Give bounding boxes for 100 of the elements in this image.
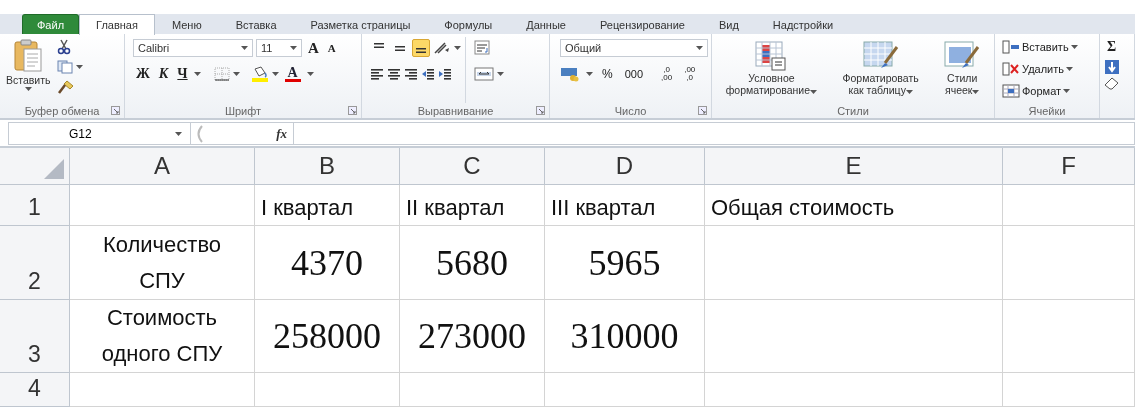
align-left-icon[interactable] xyxy=(370,67,384,81)
column-header[interactable]: D xyxy=(615,152,634,180)
italic-button[interactable]: К xyxy=(155,64,172,84)
bold-button[interactable]: Ж xyxy=(133,64,153,84)
ribbon-tab[interactable]: Главная xyxy=(79,14,155,35)
merge-cells-icon[interactable] xyxy=(474,67,494,81)
table-cell: Общая стоимость xyxy=(705,185,1003,226)
percent-button[interactable]: % xyxy=(599,65,616,83)
ribbon-tab[interactable]: Рецензирование xyxy=(582,14,702,34)
ribbon-tab[interactable]: Меню xyxy=(154,14,219,34)
align-center-icon[interactable] xyxy=(387,67,401,81)
dropdown-arrow-icon[interactable] xyxy=(454,46,461,50)
insert-cells-icon xyxy=(1002,40,1020,54)
ribbon-tab[interactable]: Формулы xyxy=(427,14,510,34)
cells-menu-button[interactable]: Удалить xyxy=(999,59,1081,79)
eraser-icon[interactable] xyxy=(1104,77,1120,91)
dropdown-arrow-icon[interactable] xyxy=(972,90,980,94)
table-cell: III квартал xyxy=(545,185,705,226)
scissors-icon[interactable] xyxy=(56,39,71,55)
row-header[interactable]: 4 xyxy=(28,375,41,402)
dropdown-arrow-icon[interactable] xyxy=(586,72,593,76)
font-color-button[interactable]: A xyxy=(281,64,304,84)
formula-cancel-icon xyxy=(197,124,203,143)
text-orientation-icon[interactable] xyxy=(433,41,451,55)
row-header[interactable]: 3 xyxy=(28,341,41,368)
row-header[interactable]: 1 xyxy=(28,194,41,221)
ribbon-tab[interactable]: Вставка xyxy=(218,14,294,34)
table-cell: 273000 xyxy=(400,300,545,373)
font-size-field[interactable]: 11 xyxy=(256,39,302,57)
fill-down-icon[interactable] xyxy=(1104,59,1120,75)
row-header[interactable]: 2 xyxy=(28,268,41,295)
dialog-launcher-icon[interactable] xyxy=(698,106,707,115)
format-cells-icon xyxy=(1002,84,1020,98)
vertical-align-icon xyxy=(374,43,384,48)
dropdown-arrow-icon[interactable] xyxy=(175,131,182,136)
dropdown-arrow-icon[interactable] xyxy=(241,46,248,50)
grow-font-button[interactable]: A xyxy=(305,37,322,59)
table-cell: II квартал xyxy=(400,185,545,226)
dropdown-arrow-icon[interactable] xyxy=(810,90,818,94)
number-format-field[interactable]: Общий xyxy=(560,39,708,57)
clipboard-icon xyxy=(13,39,44,73)
dropdown-arrow-icon[interactable] xyxy=(193,72,201,76)
currency-icon[interactable] xyxy=(560,66,580,82)
paste-button[interactable]: Вставить xyxy=(4,37,53,103)
dropdown-arrow-icon[interactable] xyxy=(306,72,314,76)
column-header[interactable]: E xyxy=(845,152,862,180)
ribbon-tab[interactable]: Данные xyxy=(509,14,583,34)
shrink-font-button[interactable]: A xyxy=(324,40,339,56)
increase-decimal-button[interactable]: ,0 ,00 xyxy=(658,64,676,84)
insert-function-button[interactable]: fx xyxy=(276,125,287,142)
font-name-field[interactable]: Calibri xyxy=(133,39,253,57)
dropdown-arrow-icon[interactable] xyxy=(1063,89,1071,93)
ribbon-tab[interactable]: Файл xyxy=(22,14,80,34)
dropdown-arrow-icon[interactable] xyxy=(905,90,913,94)
dialog-launcher-icon[interactable] xyxy=(348,106,357,115)
borders-icon[interactable] xyxy=(213,67,230,81)
delete-cells-icon xyxy=(1002,62,1020,76)
formula-input[interactable] xyxy=(294,122,1135,145)
dropdown-arrow-icon[interactable] xyxy=(271,72,279,76)
group-label: Ячейки xyxy=(1028,104,1066,117)
underline-button[interactable]: Ч xyxy=(174,64,191,84)
column-header[interactable]: B xyxy=(319,152,335,180)
column-header[interactable]: F xyxy=(1061,152,1076,180)
dropdown-arrow-icon[interactable] xyxy=(232,72,240,76)
ribbon-tab[interactable]: Надстройки xyxy=(755,14,851,34)
table-cell: Стоимость одного СПУ xyxy=(70,300,255,373)
vertical-align-button[interactable] xyxy=(412,39,430,57)
table-cell: 4370 xyxy=(255,226,400,300)
decrease-decimal-button[interactable]: ,00 ,0 xyxy=(681,64,699,84)
cells-menu-button[interactable]: Формат xyxy=(999,81,1081,101)
dropdown-arrow-icon[interactable] xyxy=(696,46,703,50)
dropdown-arrow-icon[interactable] xyxy=(497,72,504,76)
format-painter-icon[interactable] xyxy=(56,79,75,95)
autosum-button[interactable]: Σ xyxy=(1104,37,1120,57)
name-box[interactable]: G12 xyxy=(8,122,191,145)
dropdown-arrow-icon[interactable] xyxy=(75,65,83,69)
align-right-icon[interactable] xyxy=(404,67,418,81)
column-header[interactable]: A xyxy=(154,152,170,180)
dropdown-arrow-icon[interactable] xyxy=(24,87,32,91)
dialog-launcher-icon[interactable] xyxy=(536,106,545,115)
cells-menu-button[interactable]: Вставить xyxy=(999,37,1081,57)
group-label: Число xyxy=(614,104,647,117)
thousands-button[interactable]: 000 xyxy=(621,66,647,82)
style-gallery-button[interactable]: Форматировать как таблицу xyxy=(840,37,921,103)
column-header[interactable]: C xyxy=(463,152,481,180)
ribbon-tab[interactable]: Вид xyxy=(701,14,756,34)
style-gallery-button[interactable]: Стили ячеек xyxy=(942,37,983,103)
decrease-indent-icon[interactable] xyxy=(421,67,435,81)
dropdown-arrow-icon[interactable] xyxy=(290,46,297,50)
dropdown-arrow-icon[interactable] xyxy=(1070,45,1078,49)
wrap-text-icon[interactable] xyxy=(474,40,492,56)
dialog-launcher-icon[interactable] xyxy=(111,106,120,115)
ribbon-tab[interactable]: Разметка страницы xyxy=(293,14,428,34)
fill-color-icon[interactable] xyxy=(250,66,269,82)
increase-indent-icon[interactable] xyxy=(438,67,452,81)
style-gallery-button[interactable]: Условное форматирование xyxy=(723,37,820,103)
vertical-align-icon xyxy=(395,45,405,51)
table-cell: 5965 xyxy=(545,226,705,300)
table-format-icon xyxy=(862,41,899,71)
dropdown-arrow-icon[interactable] xyxy=(1066,67,1073,71)
